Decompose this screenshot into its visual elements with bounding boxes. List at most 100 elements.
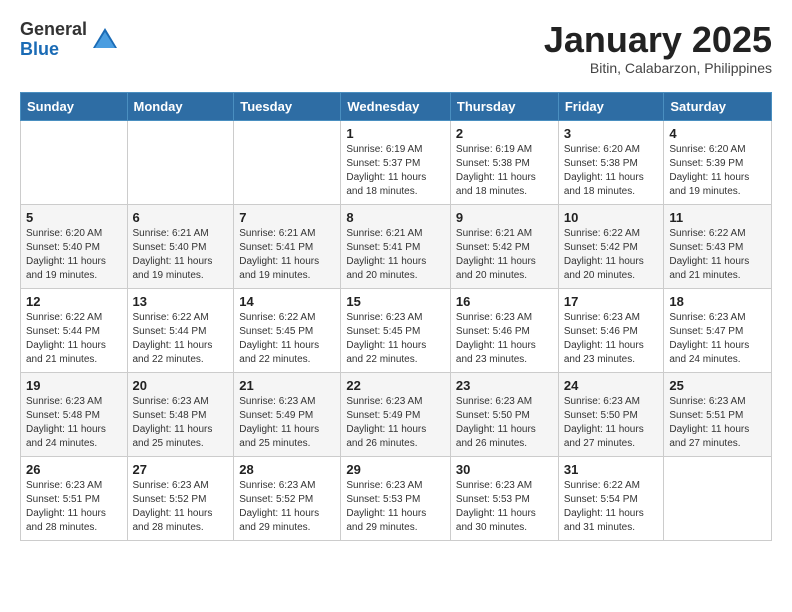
day-detail: Sunrise: 6:23 AM Sunset: 5:46 PM Dayligh… [456, 311, 553, 367]
calendar-body: 1 Sunrise: 6:19 AM Sunset: 5:37 PM Daylig… [21, 120, 772, 540]
calendar-cell: 6 Sunrise: 6:21 AM Sunset: 5:40 PM Daylig… [127, 204, 234, 288]
logo-general: General [20, 20, 87, 40]
calendar-cell: 5 Sunrise: 6:20 AM Sunset: 5:40 PM Daylig… [21, 204, 128, 288]
main-title: January 2025 [544, 20, 772, 60]
day-number: 11 [669, 210, 766, 225]
day-detail: Sunrise: 6:23 AM Sunset: 5:50 PM Dayligh… [564, 395, 659, 451]
day-detail: Sunrise: 6:23 AM Sunset: 5:53 PM Dayligh… [456, 479, 553, 535]
day-detail: Sunrise: 6:22 AM Sunset: 5:44 PM Dayligh… [26, 311, 122, 367]
calendar-week-row: 26Sunrise: 6:23 AM Sunset: 5:51 PM Dayli… [21, 456, 772, 540]
day-detail: Sunrise: 6:21 AM Sunset: 5:42 PM Dayligh… [456, 227, 553, 283]
calendar-cell: 7Sunrise: 6:21 AM Sunset: 5:41 PM Daylig… [234, 204, 341, 288]
calendar-cell: 3 Sunrise: 6:20 AM Sunset: 5:38 PM Daylig… [558, 120, 664, 204]
calendar-cell: 20 Sunrise: 6:23 AM Sunset: 5:48 PM Dayli… [127, 372, 234, 456]
day-detail: Sunrise: 6:23 AM Sunset: 5:53 PM Dayligh… [346, 479, 445, 535]
day-detail: Sunrise: 6:23 AM Sunset: 5:49 PM Dayligh… [239, 395, 335, 451]
day-number: 28 [239, 462, 335, 477]
day-detail: Sunrise: 6:19 AM Sunset: 5:37 PM Dayligh… [346, 143, 445, 199]
calendar-cell [664, 456, 772, 540]
day-number: 12 [26, 294, 122, 309]
day-number: 10 [564, 210, 659, 225]
calendar-cell: 14Sunrise: 6:22 AM Sunset: 5:45 PM Dayli… [234, 288, 341, 372]
calendar-cell: 22Sunrise: 6:23 AM Sunset: 5:49 PM Dayli… [341, 372, 451, 456]
weekday-header-friday: Friday [558, 92, 664, 120]
day-detail: Sunrise: 6:23 AM Sunset: 5:47 PM Dayligh… [669, 311, 766, 367]
day-detail: Sunrise: 6:22 AM Sunset: 5:44 PM Dayligh… [133, 311, 229, 367]
day-detail: Sunrise: 6:23 AM Sunset: 5:51 PM Dayligh… [26, 479, 122, 535]
logo-icon [91, 26, 119, 54]
day-detail: Sunrise: 6:23 AM Sunset: 5:46 PM Dayligh… [564, 311, 659, 367]
day-number: 22 [346, 378, 445, 393]
day-detail: Sunrise: 6:20 AM Sunset: 5:39 PM Dayligh… [669, 143, 766, 199]
calendar-cell: 18Sunrise: 6:23 AM Sunset: 5:47 PM Dayli… [664, 288, 772, 372]
calendar-header: SundayMondayTuesdayWednesdayThursdayFrid… [21, 92, 772, 120]
day-number: 7 [239, 210, 335, 225]
calendar-cell: 25 Sunrise: 6:23 AM Sunset: 5:51 PM Dayli… [664, 372, 772, 456]
day-number: 9 [456, 210, 553, 225]
calendar-cell: 15Sunrise: 6:23 AM Sunset: 5:45 PM Dayli… [341, 288, 451, 372]
calendar-table: SundayMondayTuesdayWednesdayThursdayFrid… [20, 92, 772, 541]
day-detail: Sunrise: 6:23 AM Sunset: 5:52 PM Dayligh… [239, 479, 335, 535]
page-header: General Blue January 2025 Bitin, Calabar… [20, 20, 772, 76]
day-number: 21 [239, 378, 335, 393]
day-number: 8 [346, 210, 445, 225]
calendar-week-row: 12 Sunrise: 6:22 AM Sunset: 5:44 PM Dayli… [21, 288, 772, 372]
weekday-header-row: SundayMondayTuesdayWednesdayThursdayFrid… [21, 92, 772, 120]
calendar-cell: 8 Sunrise: 6:21 AM Sunset: 5:41 PM Daylig… [341, 204, 451, 288]
calendar-cell [127, 120, 234, 204]
day-number: 6 [133, 210, 229, 225]
calendar-cell: 21 Sunrise: 6:23 AM Sunset: 5:49 PM Dayli… [234, 372, 341, 456]
calendar-week-row: 5 Sunrise: 6:20 AM Sunset: 5:40 PM Daylig… [21, 204, 772, 288]
weekday-header-saturday: Saturday [664, 92, 772, 120]
weekday-header-thursday: Thursday [450, 92, 558, 120]
day-number: 20 [133, 378, 229, 393]
day-number: 1 [346, 126, 445, 141]
day-number: 17 [564, 294, 659, 309]
day-number: 15 [346, 294, 445, 309]
calendar-cell: 29 Sunrise: 6:23 AM Sunset: 5:53 PM Dayli… [341, 456, 451, 540]
day-number: 16 [456, 294, 553, 309]
calendar-week-row: 19Sunrise: 6:23 AM Sunset: 5:48 PM Dayli… [21, 372, 772, 456]
day-detail: Sunrise: 6:23 AM Sunset: 5:48 PM Dayligh… [26, 395, 122, 451]
calendar-cell: 31 Sunrise: 6:22 AM Sunset: 5:54 PM Dayli… [558, 456, 664, 540]
calendar-cell: 17 Sunrise: 6:23 AM Sunset: 5:46 PM Dayli… [558, 288, 664, 372]
day-number: 31 [564, 462, 659, 477]
day-number: 25 [669, 378, 766, 393]
day-detail: Sunrise: 6:22 AM Sunset: 5:45 PM Dayligh… [239, 311, 335, 367]
day-number: 30 [456, 462, 553, 477]
day-number: 29 [346, 462, 445, 477]
day-detail: Sunrise: 6:23 AM Sunset: 5:51 PM Dayligh… [669, 395, 766, 451]
calendar-cell: 28 Sunrise: 6:23 AM Sunset: 5:52 PM Dayli… [234, 456, 341, 540]
day-detail: Sunrise: 6:19 AM Sunset: 5:38 PM Dayligh… [456, 143, 553, 199]
day-number: 4 [669, 126, 766, 141]
weekday-header-sunday: Sunday [21, 92, 128, 120]
day-detail: Sunrise: 6:22 AM Sunset: 5:43 PM Dayligh… [669, 227, 766, 283]
weekday-header-wednesday: Wednesday [341, 92, 451, 120]
calendar-cell: 27Sunrise: 6:23 AM Sunset: 5:52 PM Dayli… [127, 456, 234, 540]
day-number: 13 [133, 294, 229, 309]
day-detail: Sunrise: 6:22 AM Sunset: 5:54 PM Dayligh… [564, 479, 659, 535]
calendar-cell: 16 Sunrise: 6:23 AM Sunset: 5:46 PM Dayli… [450, 288, 558, 372]
day-detail: Sunrise: 6:20 AM Sunset: 5:38 PM Dayligh… [564, 143, 659, 199]
day-number: 2 [456, 126, 553, 141]
calendar-cell: 30 Sunrise: 6:23 AM Sunset: 5:53 PM Dayli… [450, 456, 558, 540]
logo: General Blue [20, 20, 119, 60]
calendar-cell: 13 Sunrise: 6:22 AM Sunset: 5:44 PM Dayli… [127, 288, 234, 372]
weekday-header-tuesday: Tuesday [234, 92, 341, 120]
calendar-cell [21, 120, 128, 204]
calendar-cell: 2 Sunrise: 6:19 AM Sunset: 5:38 PM Daylig… [450, 120, 558, 204]
calendar-cell [234, 120, 341, 204]
day-detail: Sunrise: 6:21 AM Sunset: 5:40 PM Dayligh… [133, 227, 229, 283]
calendar-cell: 1 Sunrise: 6:19 AM Sunset: 5:37 PM Daylig… [341, 120, 451, 204]
day-detail: Sunrise: 6:23 AM Sunset: 5:48 PM Dayligh… [133, 395, 229, 451]
calendar-cell: 4 Sunrise: 6:20 AM Sunset: 5:39 PM Daylig… [664, 120, 772, 204]
calendar-cell: 9 Sunrise: 6:21 AM Sunset: 5:42 PM Daylig… [450, 204, 558, 288]
day-detail: Sunrise: 6:21 AM Sunset: 5:41 PM Dayligh… [346, 227, 445, 283]
day-number: 3 [564, 126, 659, 141]
logo-blue: Blue [20, 40, 87, 60]
calendar-cell: 19Sunrise: 6:23 AM Sunset: 5:48 PM Dayli… [21, 372, 128, 456]
title-block: January 2025 Bitin, Calabarzon, Philippi… [544, 20, 772, 76]
day-number: 5 [26, 210, 122, 225]
day-detail: Sunrise: 6:20 AM Sunset: 5:40 PM Dayligh… [26, 227, 122, 283]
calendar-cell: 11 Sunrise: 6:22 AM Sunset: 5:43 PM Dayli… [664, 204, 772, 288]
